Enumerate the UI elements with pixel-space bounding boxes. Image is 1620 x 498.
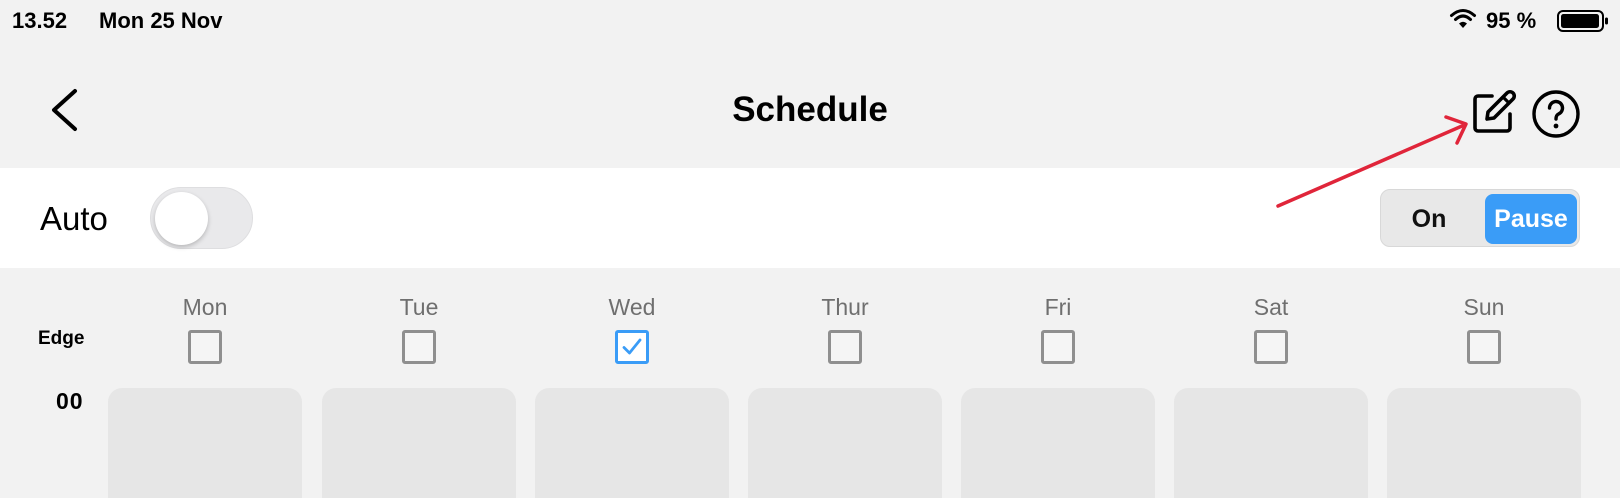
mode-pause-option[interactable]: Pause <box>1485 194 1577 244</box>
day-column-fri: Fri <box>961 268 1155 498</box>
day-checkbox[interactable] <box>1467 330 1501 364</box>
time-slot-cell[interactable] <box>1387 388 1581 498</box>
wifi-icon <box>1450 9 1476 28</box>
edge-row-label: Edge <box>38 328 85 349</box>
edit-icon[interactable] <box>1470 88 1518 136</box>
day-column-wed: Wed <box>535 268 729 498</box>
day-label: Tue <box>399 294 439 320</box>
time-slot-cell[interactable] <box>322 388 516 498</box>
checkmark-icon <box>622 338 642 355</box>
day-column-sun: Sun <box>1387 268 1581 498</box>
auto-toggle[interactable] <box>150 187 253 249</box>
day-checkbox[interactable] <box>402 330 436 364</box>
time-slot-cell[interactable] <box>108 388 302 498</box>
status-bar: 13.52 Mon 25 Nov 95 % <box>0 0 1620 40</box>
toggle-knob <box>155 192 208 245</box>
help-icon[interactable] <box>1530 88 1582 140</box>
status-date: Mon 25 Nov <box>99 8 223 33</box>
schedule-screen: 13.52 Mon 25 Nov 95 % Schedule Auto On P… <box>0 0 1620 498</box>
hour-label: 00 <box>56 388 84 414</box>
day-label: Wed <box>608 294 656 320</box>
time-slot-cell[interactable] <box>748 388 942 498</box>
day-label: Thur <box>821 294 869 320</box>
status-time: 13.52 <box>12 8 68 33</box>
back-button[interactable] <box>44 85 84 135</box>
day-checkbox-checked[interactable] <box>615 330 649 364</box>
battery-icon <box>1557 10 1608 32</box>
nav-bar: Schedule <box>0 40 1620 168</box>
auto-label: Auto <box>40 200 108 237</box>
time-slot-cell[interactable] <box>961 388 1155 498</box>
day-checkbox[interactable] <box>1041 330 1075 364</box>
day-label: Fri <box>1044 294 1072 320</box>
day-label: Sun <box>1463 294 1505 320</box>
schedule-grid: Edge 00 Mon Tue Wed Thur Fri Sat Sun <box>0 268 1620 498</box>
day-label: Mon <box>182 294 228 320</box>
day-column-mon: Mon <box>108 268 302 498</box>
day-column-tue: Tue <box>322 268 516 498</box>
day-column-thur: Thur <box>748 268 942 498</box>
auto-row: Auto On Pause <box>0 168 1620 268</box>
mode-on-option[interactable]: On <box>1385 194 1473 244</box>
page-title: Schedule <box>732 90 888 129</box>
battery-percent: 95 % <box>1486 8 1537 33</box>
mode-segmented-control: On Pause <box>1380 189 1580 247</box>
day-checkbox[interactable] <box>188 330 222 364</box>
time-slot-cell[interactable] <box>1174 388 1368 498</box>
day-label: Sat <box>1253 294 1289 320</box>
day-checkbox[interactable] <box>1254 330 1288 364</box>
page-title-wrap: Schedule <box>0 90 1620 130</box>
day-column-sat: Sat <box>1174 268 1368 498</box>
time-slot-cell[interactable] <box>535 388 729 498</box>
day-checkbox[interactable] <box>828 330 862 364</box>
